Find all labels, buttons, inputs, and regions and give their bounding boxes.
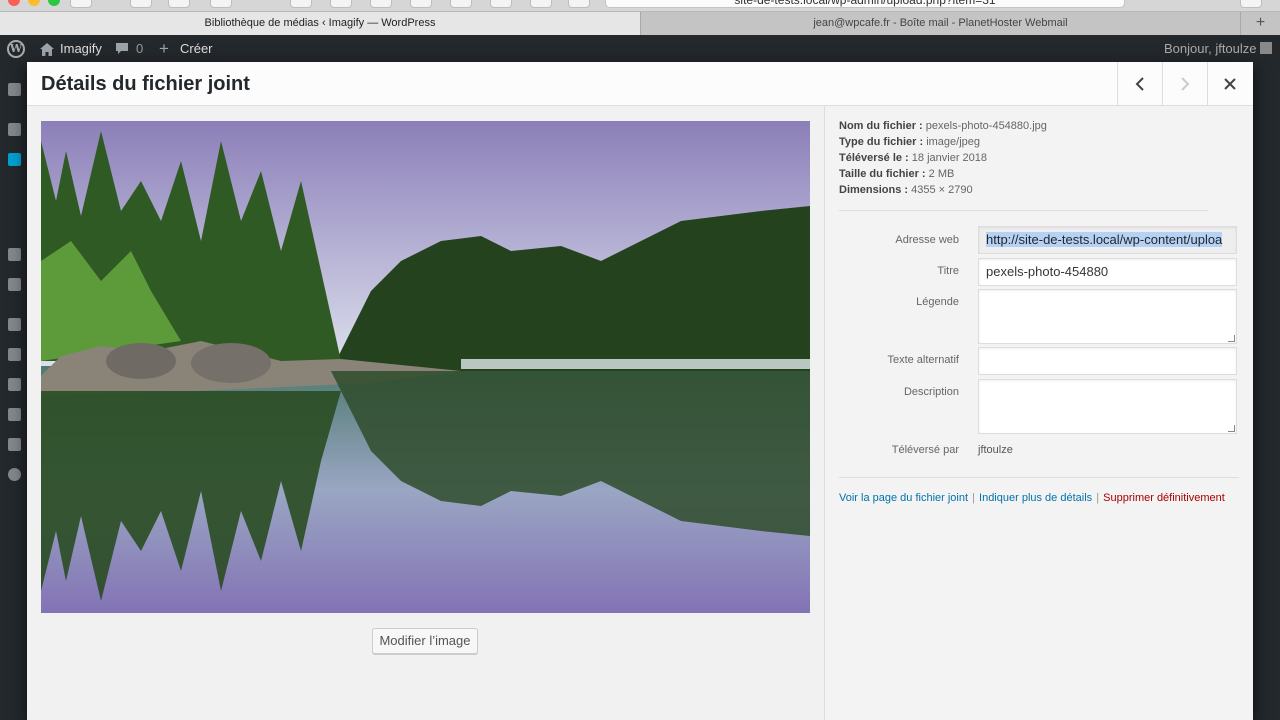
edit-image-button[interactable]: Modifier l’image [372, 628, 478, 654]
page-title: Détails du fichier joint [41, 73, 250, 95]
close-button[interactable] [1207, 62, 1252, 106]
uploaded-by-label: Téléversé par [891, 444, 959, 456]
browser-tab-strip: Bibliothèque de médias ‹ Imagify — WordP… [0, 12, 1280, 35]
toolbar-button[interactable] [370, 0, 392, 8]
resize-handle-icon[interactable] [1228, 425, 1235, 432]
account-greeting[interactable]: Bonjour, jftoulze [1164, 35, 1257, 63]
chevron-right-icon [1180, 77, 1190, 91]
admin-side-menu [0, 63, 27, 720]
minimize-window-icon[interactable] [28, 0, 40, 6]
delete-permanently-link[interactable]: Supprimer définitivement [1103, 492, 1225, 504]
page-backdrop [1253, 62, 1280, 720]
wp-admin-bar: W Imagify 0 + Créer Bonjour, jftoulze [0, 35, 1280, 63]
tools-icon[interactable] [8, 408, 21, 421]
settings-icon[interactable] [8, 438, 21, 451]
attachment-media-view: Modifier l’image [27, 106, 824, 720]
attachment-info: Nom du fichier : pexels-photo-454880.jpg… [824, 106, 1253, 720]
filetype-value: image/jpeg [926, 136, 981, 148]
attachment-image [41, 121, 810, 613]
sidebar-button[interactable] [168, 0, 190, 8]
toolbar-button[interactable] [330, 0, 352, 8]
dimensions-label: Dimensions : [839, 184, 909, 196]
site-name-link[interactable]: Imagify [60, 35, 102, 63]
home-icon[interactable] [40, 35, 54, 63]
filename-value: pexels-photo-454880.jpg [925, 120, 1047, 132]
chevron-left-icon [1135, 77, 1145, 91]
filesize-label: Taille du fichier : [839, 168, 926, 180]
wordpress-logo-icon[interactable]: W [7, 40, 25, 58]
toolbar-button[interactable] [210, 0, 232, 8]
url-label: Adresse web [895, 234, 959, 246]
comments-count[interactable]: 0 [136, 35, 143, 63]
title-field[interactable]: pexels-photo-454880 [978, 258, 1237, 286]
attachment-actions: Voir la page du fichier joint | Indiquer… [839, 492, 1225, 504]
uploaded-date-value: 18 janvier 2018 [911, 152, 988, 164]
divider [839, 210, 1208, 211]
collapse-icon[interactable] [8, 468, 21, 481]
toolbar-button[interactable] [290, 0, 312, 8]
plus-icon[interactable]: + [1240, 12, 1280, 35]
modal-header: Détails du fichier joint [27, 62, 1253, 106]
browser-toolbar: site-de-tests.local/wp-admin/upload.php?… [0, 0, 1280, 12]
toolbar-button[interactable] [568, 0, 590, 8]
tab-webmail[interactable]: jean@wpcafe.fr - Boîte mail - PlanetHost… [640, 12, 1240, 35]
tab-media-library[interactable]: Bibliothèque de médias ‹ Imagify — WordP… [0, 12, 640, 35]
home-button[interactable] [130, 0, 152, 8]
avatar[interactable] [1260, 42, 1272, 54]
toolbar-button[interactable] [530, 0, 552, 8]
uploaded-date-label: Téléversé le : [839, 152, 909, 164]
separator: | [969, 492, 979, 504]
toolbar-button[interactable] [490, 0, 512, 8]
users-icon[interactable] [8, 378, 21, 391]
alt-text-label: Texte alternatif [887, 354, 959, 366]
maximize-window-icon[interactable] [48, 0, 60, 6]
media-icon[interactable] [8, 153, 21, 166]
more-details-link[interactable]: Indiquer plus de détails [979, 492, 1092, 504]
alt-text-field[interactable] [978, 347, 1237, 375]
dimensions-value: 4355 × 2790 [911, 184, 973, 196]
divider [839, 477, 1239, 478]
caption-field[interactable] [978, 289, 1237, 344]
resize-handle-icon[interactable] [1228, 335, 1235, 342]
next-button[interactable] [1162, 62, 1207, 106]
comments-icon[interactable] [8, 278, 21, 291]
view-attachment-page-link[interactable]: Voir la page du fichier joint [839, 492, 968, 504]
uploaded-by-value: jftoulze [978, 444, 1013, 456]
new-content-link[interactable]: Créer [180, 35, 213, 63]
attachment-details-modal: Détails du fichier joint Modifier l’imag… [27, 62, 1253, 720]
pages-icon[interactable] [8, 248, 21, 261]
caption-label: Légende [916, 296, 959, 308]
url-value: http://site-de-tests.local/wp-content/up… [986, 232, 1223, 247]
address-bar[interactable]: site-de-tests.local/wp-admin/upload.php?… [605, 0, 1125, 8]
filesize-value: 2 MB [928, 168, 955, 180]
title-label: Titre [937, 265, 959, 277]
plugins-icon[interactable] [8, 318, 21, 331]
toolbar-button[interactable] [450, 0, 472, 8]
close-icon [1224, 78, 1236, 90]
description-field[interactable] [978, 379, 1237, 434]
back-button[interactable] [70, 0, 92, 8]
dashboard-icon[interactable] [8, 83, 21, 96]
pin-icon[interactable] [8, 123, 21, 136]
file-details: Nom du fichier : pexels-photo-454880.jpg… [839, 118, 1209, 198]
toolbar-button[interactable] [410, 0, 432, 8]
appearance-icon[interactable] [8, 348, 21, 361]
comment-icon[interactable] [115, 35, 129, 63]
description-label: Description [903, 386, 959, 398]
previous-button[interactable] [1117, 62, 1162, 106]
url-field[interactable]: http://site-de-tests.local/wp-content/up… [978, 226, 1237, 254]
filename-label: Nom du fichier : [839, 120, 923, 132]
separator: | [1093, 492, 1103, 504]
share-button[interactable] [1240, 0, 1262, 8]
plus-icon[interactable]: + [159, 35, 169, 63]
close-window-icon[interactable] [8, 0, 20, 6]
filetype-label: Type du fichier : [839, 136, 924, 148]
